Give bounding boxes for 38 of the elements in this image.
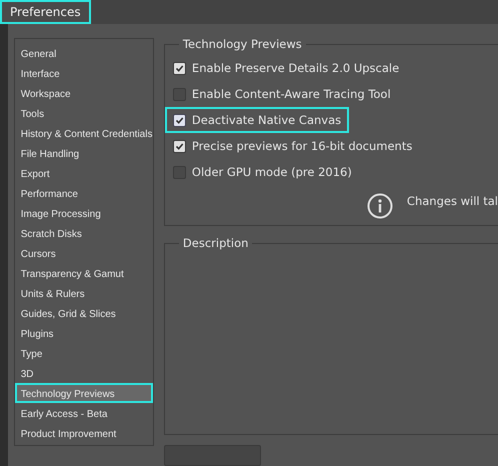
group-title: Description bbox=[178, 236, 252, 250]
sidebar-item[interactable]: Type bbox=[14, 343, 153, 363]
checkbox[interactable] bbox=[172, 62, 186, 74]
check-icon bbox=[174, 116, 184, 124]
sidebar-item[interactable]: Technology Previews bbox=[14, 383, 153, 403]
sidebar-item[interactable]: Transparency & Gamut bbox=[14, 263, 153, 283]
sidebar-item[interactable]: Image Processing bbox=[14, 203, 153, 223]
checkbox-label: Deactivate Native Canvas bbox=[192, 113, 342, 127]
sidebar-item[interactable]: Performance bbox=[14, 183, 153, 203]
sidebar-item[interactable]: Plugins bbox=[14, 323, 153, 343]
sidebar-item[interactable]: Scratch Disks bbox=[14, 223, 153, 243]
sidebar-item[interactable]: Units & Rulers bbox=[14, 283, 153, 303]
sidebar-item[interactable]: History & Content Credentials bbox=[14, 123, 153, 143]
checkbox[interactable] bbox=[172, 114, 186, 126]
checkbox[interactable] bbox=[172, 88, 186, 100]
sidebar-item[interactable]: 3D bbox=[14, 363, 153, 383]
sidebar-item[interactable]: Interface bbox=[14, 63, 153, 83]
checkbox-label: Precise previews for 16-bit documents bbox=[192, 139, 412, 153]
sidebar-item[interactable]: Guides, Grid & Slices bbox=[14, 303, 153, 323]
group-title: Technology Previews bbox=[178, 37, 306, 51]
sidebar-item[interactable]: File Handling bbox=[14, 143, 153, 163]
note-text: Changes will tal bbox=[406, 194, 498, 208]
sidebar-item[interactable]: Tools bbox=[14, 103, 153, 123]
sidebar-item[interactable]: Workspace bbox=[14, 83, 153, 103]
sidebar-item[interactable]: Export bbox=[14, 163, 153, 183]
sidebar-item[interactable]: Early Access - Beta bbox=[14, 403, 153, 423]
checkbox-label: Enable Content-Aware Tracing Tool bbox=[192, 87, 391, 101]
checkbox-label: Enable Preserve Details 2.0 Upscale bbox=[192, 61, 400, 75]
check-icon bbox=[174, 142, 184, 150]
sidebar-item[interactable]: Cursors bbox=[14, 243, 153, 263]
checkbox[interactable] bbox=[172, 140, 186, 152]
checkbox-label: Older GPU mode (pre 2016) bbox=[192, 165, 352, 179]
sidebar-item[interactable]: Product Improvement bbox=[14, 423, 153, 443]
window-title: Preferences bbox=[0, 0, 91, 24]
check-icon bbox=[174, 64, 184, 72]
sidebar-item[interactable]: General bbox=[14, 43, 153, 63]
checkbox[interactable] bbox=[172, 166, 186, 178]
info-icon bbox=[366, 193, 393, 219]
